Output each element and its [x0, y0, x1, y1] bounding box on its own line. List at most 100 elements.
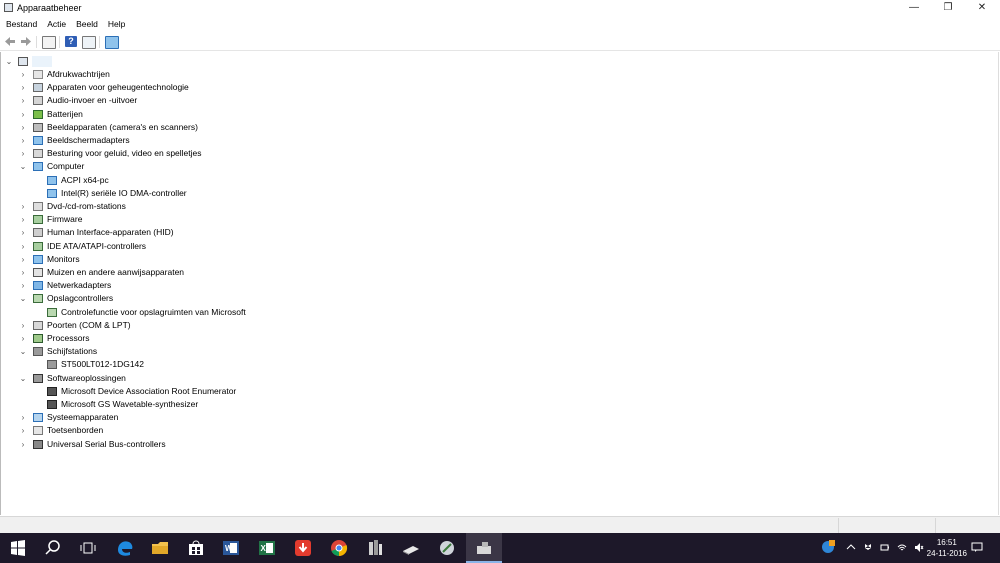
tree-category-beeldapparaten-camera-s-en-scanners[interactable]: › Beeldapparaten (camera's en scanners) — [1, 121, 997, 134]
tree-device-st500lt012-1dg142[interactable]: ST500LT012-1DG142 — [1, 358, 997, 371]
wifi-icon[interactable] — [897, 542, 907, 553]
tree-category-systeemapparaten[interactable]: › Systeemapparaten — [1, 411, 997, 424]
tree-category-poorten-com-lpt[interactable]: › Poorten (COM & LPT) — [1, 319, 997, 332]
expand-chevron-icon[interactable]: › — [19, 279, 27, 292]
expand-chevron-icon[interactable]: › — [19, 438, 27, 451]
dropbox-icon[interactable] — [863, 542, 873, 553]
forward-arrow-icon[interactable] — [20, 36, 32, 47]
expand-chevron-icon[interactable]: › — [19, 332, 27, 345]
tree-category-besturing-voor-geluid-video-en-spelletjes[interactable]: › Besturing voor geluid, video en spellet… — [1, 147, 997, 160]
tree-category-processors[interactable]: › Processors — [1, 332, 997, 345]
tree-item-label: Dvd-/cd-rom-stations — [47, 201, 126, 211]
expand-chevron-icon[interactable]: › — [19, 213, 27, 226]
svg-text:X: X — [261, 544, 267, 553]
tree-item-label: Universal Serial Bus-controllers — [47, 438, 166, 449]
close-button[interactable]: ✕ — [966, 0, 998, 16]
expand-chevron-icon[interactable]: › — [19, 68, 27, 81]
store-icon[interactable] — [186, 538, 206, 558]
word-icon[interactable]: W — [221, 538, 241, 558]
tool-app-icon[interactable] — [437, 538, 457, 558]
expand-chevron-icon[interactable]: › — [19, 108, 27, 121]
expand-chevron-icon[interactable]: › — [19, 266, 27, 279]
chrome-icon[interactable] — [329, 538, 349, 558]
tree-category-human-interface-apparaten-hid[interactable]: › Human Interface-apparaten (HID) — [1, 226, 997, 239]
tree-category-universal-serial-bus-controllers[interactable]: › Universal Serial Bus-controllers — [1, 438, 997, 451]
drive-app-icon[interactable] — [401, 538, 421, 558]
expand-chevron-icon[interactable]: › — [19, 81, 27, 94]
tree-category-ide-ata-atapi-controllers[interactable]: › IDE ATA/ATAPI-controllers — [1, 240, 997, 253]
clock[interactable]: 16:51 24-11-2016 — [927, 537, 967, 559]
start-button[interactable] — [8, 538, 28, 558]
edge-icon[interactable] — [115, 538, 135, 558]
search-button[interactable] — [43, 538, 63, 558]
tree-category-softwareoplossingen[interactable]: ⌄ Softwareoplossingen — [1, 372, 997, 385]
tree-category-dvd-cd-rom-stations[interactable]: › Dvd-/cd-rom-stations — [1, 200, 997, 213]
excel-icon[interactable]: X — [257, 538, 277, 558]
tree-category-audio-invoer-en-uitvoer[interactable]: › Audio-invoer en -uitvoer — [1, 94, 997, 107]
tree-category-monitors[interactable]: › Monitors — [1, 253, 997, 266]
app-icon[interactable] — [365, 538, 385, 558]
computer-icon — [47, 175, 57, 185]
tree-root[interactable]: ⌄ — [1, 55, 997, 68]
menu-bestand[interactable]: Bestand — [2, 17, 41, 31]
menu-actie[interactable]: Actie — [43, 17, 70, 31]
expand-chevron-icon[interactable]: › — [19, 134, 27, 147]
back-arrow-icon[interactable] — [4, 36, 16, 47]
view-icon[interactable] — [82, 36, 96, 49]
tree-item-label: ST500LT012-1DG142 — [61, 359, 145, 370]
expand-chevron-icon[interactable]: › — [19, 226, 27, 239]
tree-item-label: Beeldapparaten (camera's en scanners) — [47, 121, 198, 132]
tree-device-acpi-x64-pc[interactable]: ACPI x64-pc — [1, 174, 997, 187]
tree-category-opslagcontrollers[interactable]: ⌄ Opslagcontrollers — [1, 292, 997, 305]
expand-chevron-icon[interactable]: › — [19, 94, 27, 107]
tree-item-label: Afdrukwachtrijen — [47, 69, 110, 79]
tree-category-toetsenborden[interactable]: › Toetsenborden — [1, 424, 997, 437]
expand-chevron-icon[interactable]: › — [19, 147, 27, 160]
show-hidden-icons-chevron-icon[interactable] — [846, 542, 856, 553]
tree-category-netwerkadapters[interactable]: › Netwerkadapters — [1, 279, 997, 292]
update-notification-icon[interactable] — [821, 540, 835, 554]
tree-category-schijfstations[interactable]: ⌄ Schijfstations — [1, 345, 997, 358]
battery-tray-icon[interactable] — [880, 542, 890, 553]
device-manager-taskbar-icon[interactable] — [474, 538, 494, 558]
collapse-chevron-icon[interactable]: ⌄ — [19, 160, 27, 173]
camera-icon — [33, 122, 43, 132]
expand-chevron-icon[interactable]: › — [19, 424, 27, 437]
properties-icon[interactable] — [42, 36, 56, 49]
tree-category-beeldschermadapters[interactable]: › Beeldschermadapters — [1, 134, 997, 147]
task-view-button[interactable] — [78, 538, 98, 558]
minimize-button[interactable]: — — [898, 0, 930, 16]
expand-chevron-icon[interactable]: › — [19, 411, 27, 424]
download-app-icon[interactable] — [293, 538, 313, 558]
title-bar: Apparaatbeheer — ❐ ✕ — [0, 0, 1000, 16]
tree-category-computer[interactable]: ⌄ Computer — [1, 160, 997, 173]
expand-chevron-icon[interactable]: › — [19, 200, 27, 213]
menu-help[interactable]: Help — [104, 17, 129, 31]
help-icon[interactable]: ? — [65, 36, 77, 47]
collapse-chevron-icon[interactable]: ⌄ — [19, 372, 27, 385]
monitor-scan-icon[interactable] — [105, 36, 119, 49]
collapse-chevron-icon[interactable]: ⌄ — [19, 345, 27, 358]
tree-category-apparaten-voor-geheugentechnologie[interactable]: › Apparaten voor geheugentechnologie — [1, 81, 997, 94]
tree-category-afdrukwachtrijen[interactable]: › Afdrukwachtrijen — [1, 68, 997, 81]
expand-chevron-icon[interactable]: › — [19, 319, 27, 332]
tree-category-firmware[interactable]: › Firmware — [1, 213, 997, 226]
action-center-icon[interactable] — [971, 542, 983, 553]
tree-item-label: Schijfstations — [47, 346, 98, 357]
tree-device-intel-r-seri-le-io-dma-controller[interactable]: Intel(R) seriële IO DMA-controller — [1, 187, 997, 200]
tree-device-microsoft-device-association-root-enumerator[interactable]: Microsoft Device Association Root Enumer… — [1, 385, 997, 398]
tree-device-controlefunctie-voor-opslagruimten-van-microsoft[interactable]: Controlefunctie voor opslagruimten van M… — [1, 306, 997, 319]
expand-chevron-icon[interactable]: › — [19, 253, 27, 266]
volume-muted-icon[interactable] — [914, 542, 924, 553]
tree-category-muizen-en-andere-aanwijsapparaten[interactable]: › Muizen en andere aanwijsapparaten — [1, 266, 997, 279]
maximize-button[interactable]: ❐ — [932, 0, 964, 16]
collapse-chevron-icon[interactable]: ⌄ — [19, 292, 27, 305]
expand-chevron-icon[interactable]: › — [19, 240, 27, 253]
tree-category-batterijen[interactable]: › Batterijen — [1, 108, 997, 121]
collapse-chevron-icon[interactable]: ⌄ — [5, 55, 13, 68]
tree-device-microsoft-gs-wavetable-synthesizer[interactable]: Microsoft GS Wavetable-synthesizer — [1, 398, 997, 411]
tree-item-label: Computer — [47, 161, 85, 172]
menu-beeld[interactable]: Beeld — [72, 17, 102, 31]
file-explorer-icon[interactable] — [150, 538, 170, 558]
expand-chevron-icon[interactable]: › — [19, 121, 27, 134]
